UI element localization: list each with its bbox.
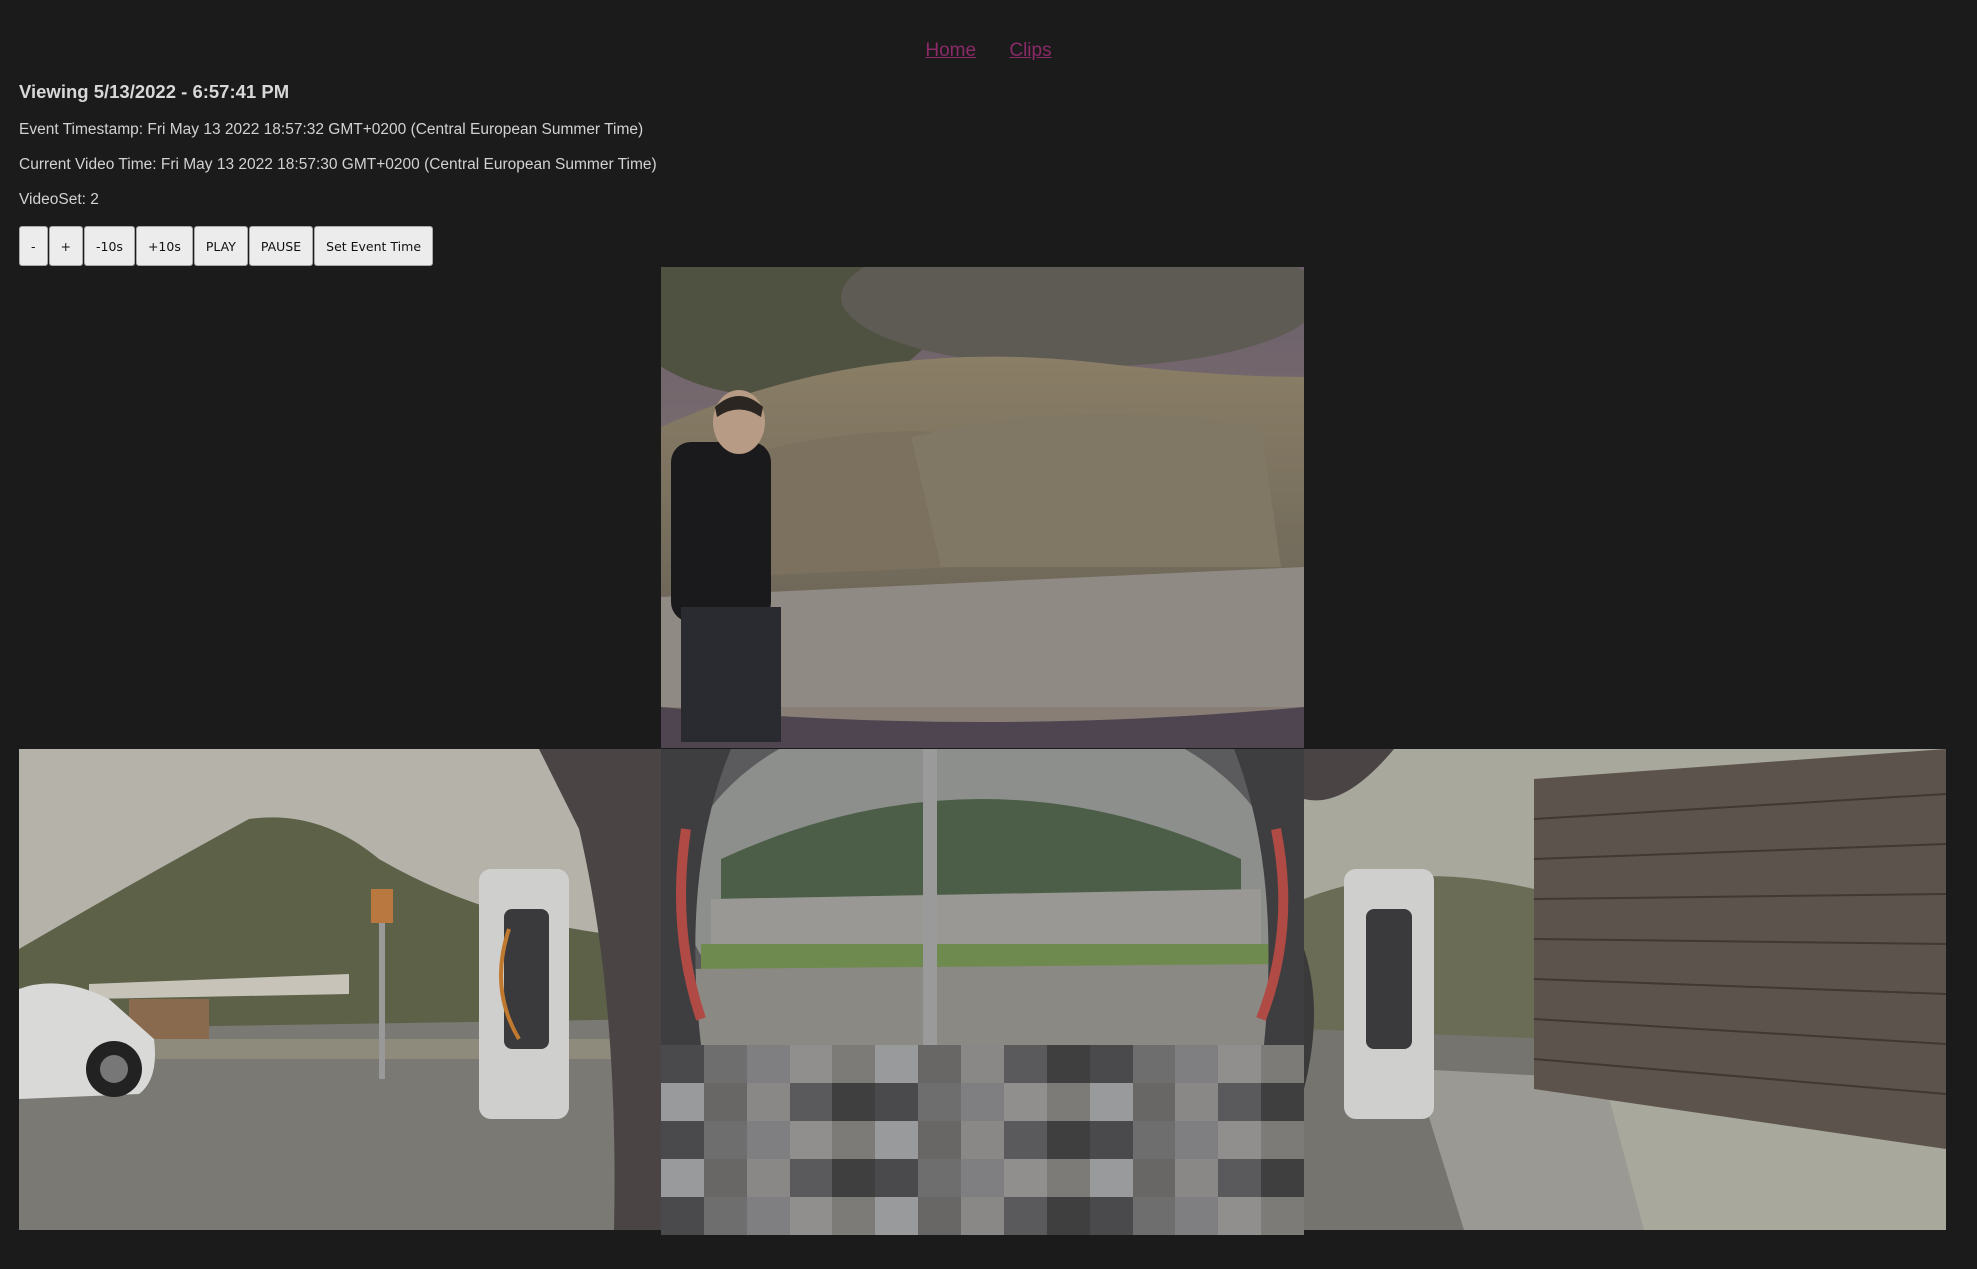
speed-up-button[interactable]: + <box>48 226 83 266</box>
home-link[interactable]: Home <box>925 40 976 61</box>
set-event-time-button[interactable]: Set Event Time <box>314 226 434 266</box>
forward-10s-button[interactable]: +10s <box>135 226 193 266</box>
clips-link[interactable]: Clips <box>1009 40 1051 61</box>
blurred-license-plate <box>661 1045 1304 1235</box>
right-repeater-camera-video[interactable] <box>1304 749 1946 1230</box>
back-camera-video[interactable] <box>661 749 1304 1045</box>
top-nav: Home Clips <box>0 40 1977 62</box>
front-camera-video[interactable] <box>661 267 1304 748</box>
left-repeater-camera-video[interactable] <box>19 749 661 1230</box>
pause-button[interactable]: PAUSE <box>248 226 314 266</box>
speed-down-button[interactable]: - <box>19 226 48 266</box>
playback-controls: - + -10s +10s PLAY PAUSE Set Event Time <box>19 226 434 266</box>
play-button[interactable]: PLAY <box>193 226 248 266</box>
event-timestamp: Event Timestamp: Fri May 13 2022 18:57:3… <box>19 121 644 138</box>
rewind-10s-button[interactable]: -10s <box>84 226 135 266</box>
page-title: Viewing 5/13/2022 - 6:57:41 PM <box>19 81 290 102</box>
current-video-time: Current Video Time: Fri May 13 2022 18:5… <box>19 156 657 173</box>
videoset-label: VideoSet: 2 <box>19 191 99 208</box>
